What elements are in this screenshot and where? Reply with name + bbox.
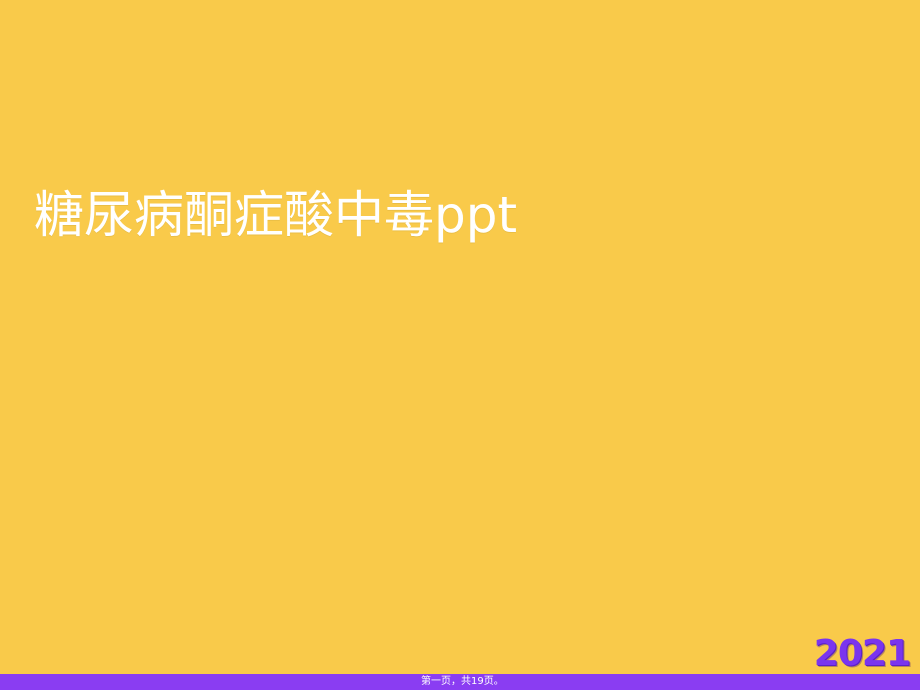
slide-title: 糖尿病酮症酸中毒ppt [34,186,518,244]
page-indicator: 第一页，共19页。 [421,676,504,687]
year-logo: 2021 [813,633,911,674]
presentation-slide: 糖尿病酮症酸中毒ppt 2021 第一页，共19页。 [0,0,920,690]
